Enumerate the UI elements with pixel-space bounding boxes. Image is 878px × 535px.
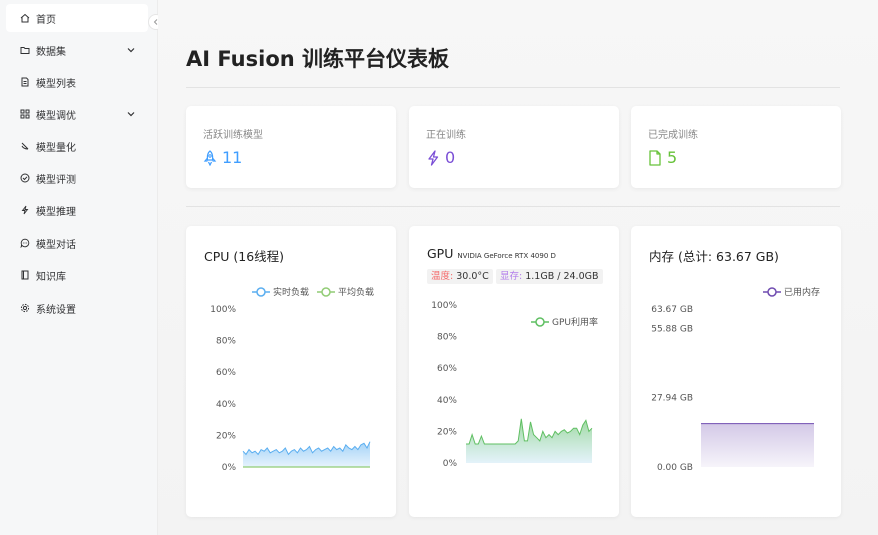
y-tick-label: 60% (437, 364, 457, 374)
sidebar-item-knowledge-base[interactable]: 知识库 (6, 261, 148, 289)
y-tick-label: 100% (210, 305, 236, 315)
lightning-icon (428, 149, 439, 166)
sidebar-item-label: 模型量化 (36, 142, 76, 154)
y-tick-label: 60% (216, 368, 236, 378)
y-tick-label: 0% (222, 463, 237, 473)
sidebar-item-settings[interactable]: 系统设置 (6, 294, 148, 322)
document-icon (649, 149, 661, 166)
y-tick-label: 80% (437, 333, 457, 343)
memory-chart: 63.67 GB 55.88 GB 27.94 GB 0.00 GB 已用内存 (651, 286, 820, 473)
legend-marker (321, 287, 331, 297)
legend-label: 已用内存 (784, 286, 820, 298)
rocket-icon (203, 149, 217, 166)
sidebar-item-chat[interactable]: 模型对话 (6, 229, 148, 257)
document-icon (20, 77, 30, 87)
y-tick-label: 63.67 GB (651, 305, 693, 315)
sidebar-item-evaluation[interactable]: 模型评测 (6, 164, 148, 192)
legend-marker (256, 287, 266, 297)
sidebar-item-label: 模型推理 (36, 206, 76, 218)
sidebar-item-inference[interactable]: 模型推理 (6, 196, 148, 224)
legend-marker (767, 287, 777, 297)
divider (186, 87, 840, 88)
stat-label: 已完成训练 (648, 130, 698, 141)
sidebar-item-label: 系统设置 (36, 304, 76, 316)
gpu-chart: 100% 80% 60% 40% 20% 0% GPU利用率 (431, 301, 598, 469)
sidebar-item-label: 模型对话 (36, 239, 76, 251)
chat-icon (20, 238, 30, 248)
legend-marker (535, 317, 545, 327)
stat-value-row: 5 (648, 148, 677, 167)
sidebar-item-label: 数据集 (36, 46, 66, 58)
divider (186, 206, 840, 207)
chevron-down-icon[interactable] (126, 45, 136, 55)
stat-label: 正在训练 (426, 130, 466, 141)
sidebar-item-dataset[interactable]: 数据集 (6, 36, 148, 64)
stat-value: 0 (445, 148, 456, 167)
sidebar-item-quantization[interactable]: 模型量化 (6, 132, 148, 160)
gear-icon (20, 303, 30, 313)
legend-label: 平均负载 (338, 286, 374, 298)
check-circle-icon (20, 173, 30, 183)
book-icon (20, 270, 30, 280)
memory-chart-card: 内存 (总计: 63.67 GB) 63.67 GB 55.88 GB 27.94 … (631, 226, 841, 517)
lightning-icon (20, 205, 30, 215)
stat-value: 11 (222, 148, 243, 167)
y-tick-label: 40% (437, 396, 457, 406)
sidebar-item-label: 模型列表 (36, 78, 76, 90)
series-area (701, 423, 814, 467)
y-tick-label: 0% (443, 459, 458, 469)
stat-card-active-models: 活跃训练模型 11 (186, 106, 396, 188)
sidebar-item-label: 首页 (36, 14, 56, 26)
sidebar-item-model-list[interactable]: 模型列表 (6, 68, 148, 96)
stat-card-training: 正在训练 0 (409, 106, 619, 188)
chevron-down-icon[interactable] (126, 109, 136, 119)
gpu-chart-card: GPU NVIDIA GeForce RTX 4090 D 温度: 30.0°C… (409, 226, 619, 517)
legend-label: GPU利用率 (552, 316, 598, 328)
stat-card-completed: 已完成训练 5 (631, 106, 841, 188)
sidebar-item-model-tuning[interactable]: 模型调优 (6, 100, 148, 128)
sidebar-item-label: 知识库 (36, 271, 66, 283)
legend-label: 实时负载 (273, 286, 309, 298)
sidebar-item-home[interactable]: 首页 (6, 4, 148, 32)
y-tick-label: 20% (216, 431, 236, 441)
page-title: AI Fusion 训练平台仪表板 (186, 47, 450, 71)
cpu-chart: 100% 80% 60% 40% 20% 0% 实时负载 平均负载 (210, 286, 374, 473)
y-tick-label: 80% (216, 337, 236, 347)
cpu-chart-card: CPU (16线程) 100% 80% 60% 40% 20% 0% 实时负载 平均负载 (186, 226, 396, 517)
sidebar-item-label: 模型调优 (36, 110, 76, 122)
grid-icon (20, 109, 30, 119)
sidebar: 首页 数据集 模型列表 模型调优 模型量化 模型评测 模型推理 模型对话 知识库… (0, 0, 158, 535)
stat-value-row: 11 (203, 148, 242, 167)
stat-value-row: 0 (426, 148, 455, 167)
sidebar-item-label: 模型评测 (36, 174, 76, 186)
y-tick-label: 27.94 GB (651, 394, 693, 404)
y-tick-label: 40% (216, 400, 236, 410)
home-icon (20, 13, 30, 23)
y-tick-label: 0.00 GB (657, 463, 693, 473)
y-tick-label: 20% (437, 427, 457, 437)
main-content: AI Fusion 训练平台仪表板 活跃训练模型 11 正在训练 0 已完成训练… (158, 0, 878, 535)
y-tick-label: 55.88 GB (651, 324, 693, 334)
series-area (243, 441, 370, 467)
scale-icon (20, 141, 30, 151)
stat-label: 活跃训练模型 (203, 130, 263, 141)
folder-icon (20, 45, 30, 55)
stat-value: 5 (667, 148, 678, 167)
y-tick-label: 100% (431, 301, 457, 311)
series-area (466, 418, 592, 463)
